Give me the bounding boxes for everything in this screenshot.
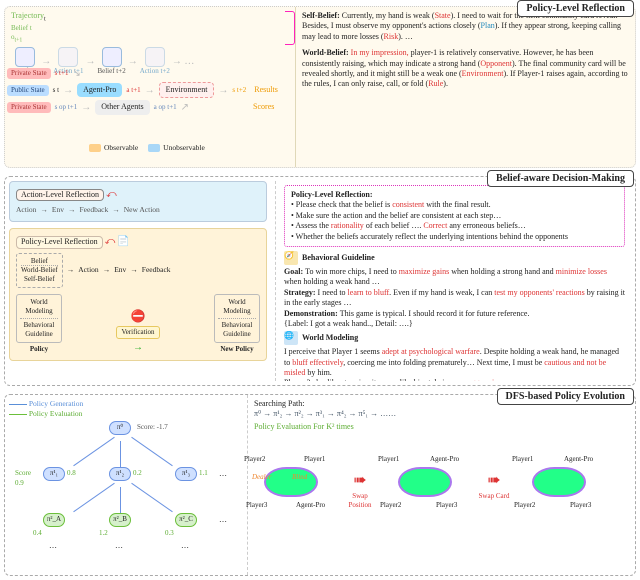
other-agents-box: Other Agents [95,100,149,114]
environment-box: Environment [159,82,215,98]
searching-path-head: Searching Path: [254,399,304,408]
new-policy-label: New Policy [214,345,260,354]
score-label: Score [15,469,31,478]
swap-icon: ⤺ [106,189,117,200]
s-symbol: s t+2 [232,86,246,95]
panel1-text: Self-Belief: Currently, my hand is weak … [295,7,635,167]
seat-label: Agent-Pro [430,455,459,464]
world-belief-head: World-Belief: [302,48,349,57]
seat-label: Agent-Pro [564,455,593,464]
swap-icon: ⤺ [105,236,116,247]
panel1-diagram: Trajectoryt Belief t ot+1 Belief t+1 → A… [5,7,295,167]
tree-node: π²_B [109,513,131,527]
bg-heading: 🧭Behavioral Guideline [284,251,625,265]
world-model-icon: 🌐 [284,331,298,345]
tree-node-root: π⁰ [109,421,131,435]
flow-feedback: Feedback [80,205,109,215]
dealer-label: Dealer [252,473,271,482]
policy-new: World Modeling Behavioral Guideline [214,294,260,343]
panel-dfs-evolution: Policy Generation Policy Evaluation π⁰ S… [4,394,636,576]
belief-t-label: Belief t [11,24,32,32]
blind-label: Blind [292,473,307,482]
doc-icon: 📄 [117,236,129,247]
score-pick: 0.9 [15,479,24,488]
swap-arrow-icon: ➠ [487,472,500,489]
tree-node: π¹₂ [109,467,131,481]
seat-label: Player3 [570,501,591,510]
panel2-title: Belief-aware Decision-Making [487,170,634,187]
legend: Observable Unobservable [89,143,205,153]
policy-label: Policy [16,345,62,354]
results-label: Results [254,85,278,95]
obs-t-label: ot+1 [11,33,22,41]
panel2-diagram: Action-Level Reflection ⤺ Action→ Env→ F… [9,181,267,361]
policy-level-reflection-block: Policy-Level Reflection ⤺ 📄 Belief World… [9,228,267,361]
seat-label: Player2 [380,501,401,510]
scores-label: Scores [253,102,274,112]
verification-chip: Verification [116,326,159,339]
plr-bullets-head: Policy-Level Reflection: [291,190,373,199]
policy-old: World Modeling Behavioral Guideline [16,294,62,343]
public-state-tag: Public State [7,85,49,96]
guideline-icon: 🧭 [284,251,298,265]
tree-node: π²_C [175,513,197,527]
panel-belief-aware: Action-Level Reflection ⤺ Action→ Env→ F… [4,176,636,386]
seat-label: Player1 [378,455,399,464]
sop-symbol: s op t+1 [55,103,78,112]
poker-table-icon [264,467,318,497]
seat-label: Player3 [436,501,457,510]
flow-env: Env [52,205,64,215]
seat-label: Player2 [514,501,535,510]
s-symbol: s t [53,86,59,95]
private-state-tag: Private State [7,68,51,79]
policy-eval-count: Policy Evaluation For K² times [254,422,629,432]
wm-heading: 🌐World Modeling [284,331,625,345]
self-belief-head: Self-Belief: [302,11,340,20]
action-level-reflection-block: Action-Level Reflection ⤺ Action→ Env→ F… [9,181,267,222]
plr-bullets: Policy-Level Reflection: • Please check … [284,185,625,247]
legend-gen: Policy Generation [29,399,83,408]
agent-box: Agent-Pro [77,83,122,97]
panel3-search-game: Searching Path: π⁰ → π¹₂ → π²₂ → π³₁ → π… [247,395,635,575]
legend-eval: Policy Evaluation [29,409,83,418]
a-symbol: a t+1 [126,86,140,95]
seat-label: Agent-Pro [296,501,325,510]
poker-table-icon [398,467,452,497]
flow-new-action: New Action [124,205,160,215]
s-symbol: s t+1 [55,69,69,78]
alr-heading: Action-Level Reflection [16,189,104,201]
seat-label: Player1 [304,455,325,464]
searching-path-seq: π⁰ → π¹₂ → π²₂ → π³₁ → π⁴₂ → π⁵₁ → …… [254,409,629,419]
panel2-text: Policy-Level Reflection: • Please check … [275,181,629,381]
belief-box: Belief World-Belief Self-Belief [16,253,63,288]
panel3-tree: Policy Generation Policy Evaluation π⁰ S… [5,395,247,575]
private-state-tag2: Private State [7,102,51,113]
panel1-title: Policy-Level Reflection [517,0,634,17]
poker-table-icon [532,467,586,497]
score-root: Score: -1.7 [137,423,168,432]
swap-card: ➠ Swap Card [474,471,514,501]
flow-action: Action [16,205,36,215]
plr-heading: Policy-Level Reflection [16,236,103,248]
swap-arrow-icon: ➠ [353,472,366,489]
aop-symbol: a op t+1 [154,103,177,112]
seat-label: Player3 [246,501,267,510]
panel3-title: DFS-based Policy Evolution [497,388,634,405]
swap-position: ➠ Swap Position [340,471,380,510]
panel-policy-level-reflection: Trajectoryt Belief t ot+1 Belief t+1 → A… [4,6,636,168]
tree-node: π²_A [43,513,65,527]
tree-node: π¹₁ [43,467,65,481]
seat-label: Player1 [512,455,533,464]
seat-label: Player2 [244,455,265,464]
stop-icon: ⛔ [131,309,146,325]
trajectory-label: Trajectory [11,11,44,20]
tree-node: π¹₃ [175,467,197,481]
